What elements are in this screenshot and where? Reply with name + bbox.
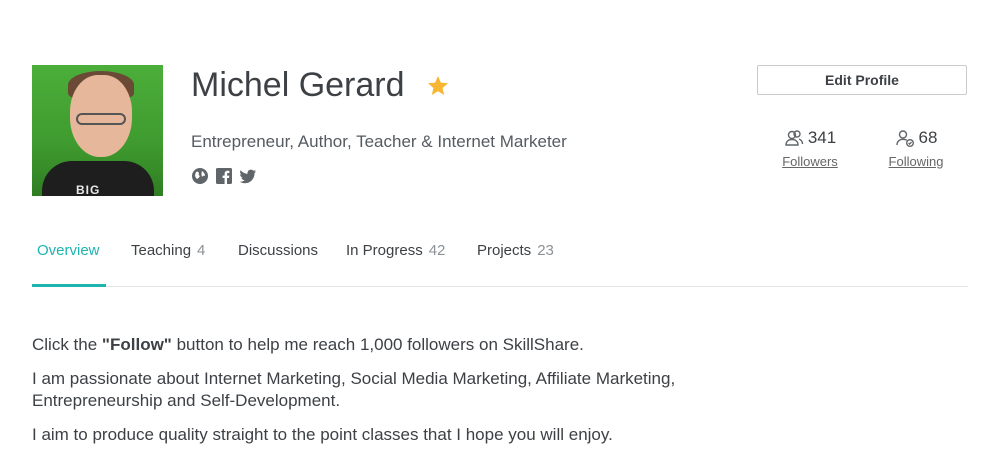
tab-label: Projects [477, 242, 532, 259]
avatar-shirt-text: BIG [76, 183, 101, 196]
following-stat[interactable]: 68 Following [886, 128, 946, 169]
twitter-icon[interactable] [239, 167, 257, 185]
avatar[interactable]: BIG [32, 65, 163, 196]
bio-paragraph: I aim to produce quality straight to the… [32, 425, 613, 444]
tab-label: Discussions [238, 242, 319, 259]
tab-label: Overview [37, 242, 100, 259]
tab-discussions[interactable]: Discussions [238, 242, 318, 259]
following-count: 68 [918, 128, 938, 147]
profile-tabs: Overview Teaching 4 Discussions In Progre… [32, 232, 968, 287]
profile-tagline: Entrepreneur, Author, Teacher & Internet… [191, 132, 567, 151]
bio-text: button to help me reach 1,000 followers … [171, 335, 584, 354]
avatar-glasses [76, 113, 126, 125]
followers-stat[interactable]: 341 Followers [780, 128, 840, 169]
following-link[interactable]: Following [886, 154, 946, 169]
tab-teaching[interactable]: Teaching 4 [131, 242, 205, 259]
followers-count: 341 [807, 128, 837, 147]
bio-bold-text: "Follow" [101, 335, 172, 354]
following-icon [895, 130, 914, 147]
followers-link[interactable]: Followers [780, 154, 840, 169]
bio-section: Click the "Follow" button to help me rea… [32, 334, 752, 458]
followers-icon [785, 130, 804, 146]
tab-overview[interactable]: Overview [37, 242, 100, 259]
tab-in-progress[interactable]: In Progress 42 [346, 242, 445, 259]
bio-paragraph: I am passionate about Internet Marketing… [32, 369, 676, 410]
bio-text: Click the [32, 335, 102, 354]
star-icon [428, 76, 448, 95]
tab-label: In Progress [346, 242, 423, 259]
tab-count: 23 [537, 242, 554, 259]
tab-count: 42 [428, 242, 446, 259]
tab-label: Teaching [131, 242, 192, 259]
social-links [191, 167, 257, 185]
profile-name: Michel Gerard [191, 66, 405, 104]
facebook-icon[interactable] [215, 167, 233, 185]
tab-projects[interactable]: Projects 23 [477, 242, 554, 259]
globe-icon[interactable] [191, 167, 209, 185]
edit-profile-button[interactable]: Edit Profile [757, 65, 967, 95]
tab-count: 4 [197, 242, 206, 259]
active-tab-indicator [32, 284, 106, 287]
bio-paragraph: Click the "Follow" button to help me rea… [32, 334, 752, 356]
